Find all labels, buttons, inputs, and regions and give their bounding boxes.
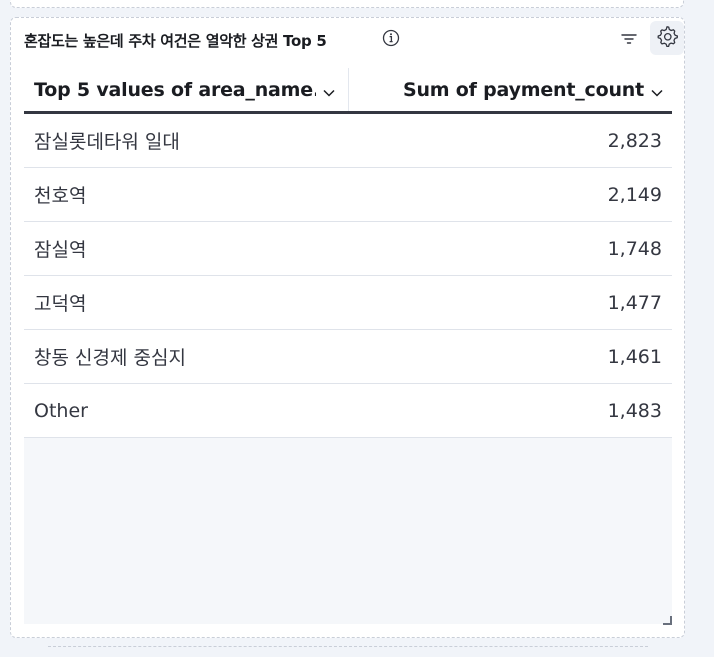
filter-icon[interactable] bbox=[620, 30, 638, 48]
cell-area-name: 천호역 bbox=[34, 185, 87, 207]
table-row[interactable]: 잠실롯데타워 일대 2,823 bbox=[24, 114, 672, 168]
column-header-label: Sum of payment_count bbox=[402, 78, 644, 101]
next-panel-edge bbox=[48, 646, 648, 657]
column-divider[interactable] bbox=[348, 68, 349, 111]
column-header-payment-count[interactable]: Sum of payment_count bbox=[403, 68, 664, 111]
table-header: Top 5 values of area_name.keyword Sum of… bbox=[24, 68, 672, 114]
chevron-down-icon[interactable] bbox=[322, 83, 336, 97]
panel-title: 혼잡도는 높은데 주차 여건은 열악한 상권 Top 5 bbox=[24, 32, 327, 50]
cell-area-name: 잠실롯데타워 일대 bbox=[34, 131, 180, 153]
table-row[interactable]: 고덕역 1,477 bbox=[24, 276, 672, 330]
info-icon[interactable] bbox=[381, 28, 401, 48]
cell-area-name: 고덕역 bbox=[34, 293, 87, 315]
chevron-down-icon[interactable] bbox=[650, 83, 664, 97]
cell-payment-count: 1,748 bbox=[607, 237, 662, 260]
cell-area-name: 창동 신경제 중심지 bbox=[34, 347, 186, 369]
cell-payment-count: 2,149 bbox=[607, 183, 662, 206]
table-row[interactable]: Other 1,483 bbox=[24, 384, 672, 438]
panel-settings-button[interactable] bbox=[650, 21, 684, 55]
table-row[interactable]: 창동 신경제 중심지 1,461 bbox=[24, 330, 672, 384]
gear-icon bbox=[655, 24, 679, 52]
previous-panel-edge bbox=[10, 0, 684, 8]
cell-payment-count: 1,477 bbox=[607, 291, 662, 314]
data-table: Top 5 values of area_name.keyword Sum of… bbox=[24, 68, 672, 624]
table-row[interactable]: 천호역 2,149 bbox=[24, 168, 672, 222]
cell-area-name: Other bbox=[34, 399, 88, 422]
table-row[interactable]: 잠실역 1,748 bbox=[24, 222, 672, 276]
resize-handle-icon[interactable] bbox=[663, 616, 672, 625]
cell-payment-count: 1,461 bbox=[607, 345, 662, 368]
cell-payment-count: 2,823 bbox=[607, 129, 662, 152]
cell-area-name: 잠실역 bbox=[34, 239, 87, 261]
cell-payment-count: 1,483 bbox=[607, 399, 662, 422]
column-header-label: Top 5 values of area_name.keyword bbox=[34, 78, 316, 101]
table-body: 잠실롯데타워 일대 2,823 천호역 2,149 잠실역 1,748 고덕역 … bbox=[24, 114, 672, 438]
visualization-panel: 혼잡도는 높은데 주차 여건은 열악한 상권 Top 5 Top 5 value… bbox=[10, 17, 685, 638]
column-header-area-name[interactable]: Top 5 values of area_name.keyword bbox=[34, 68, 349, 111]
panel-header: 혼잡도는 높은데 주차 여건은 열악한 상권 Top 5 bbox=[11, 18, 684, 62]
